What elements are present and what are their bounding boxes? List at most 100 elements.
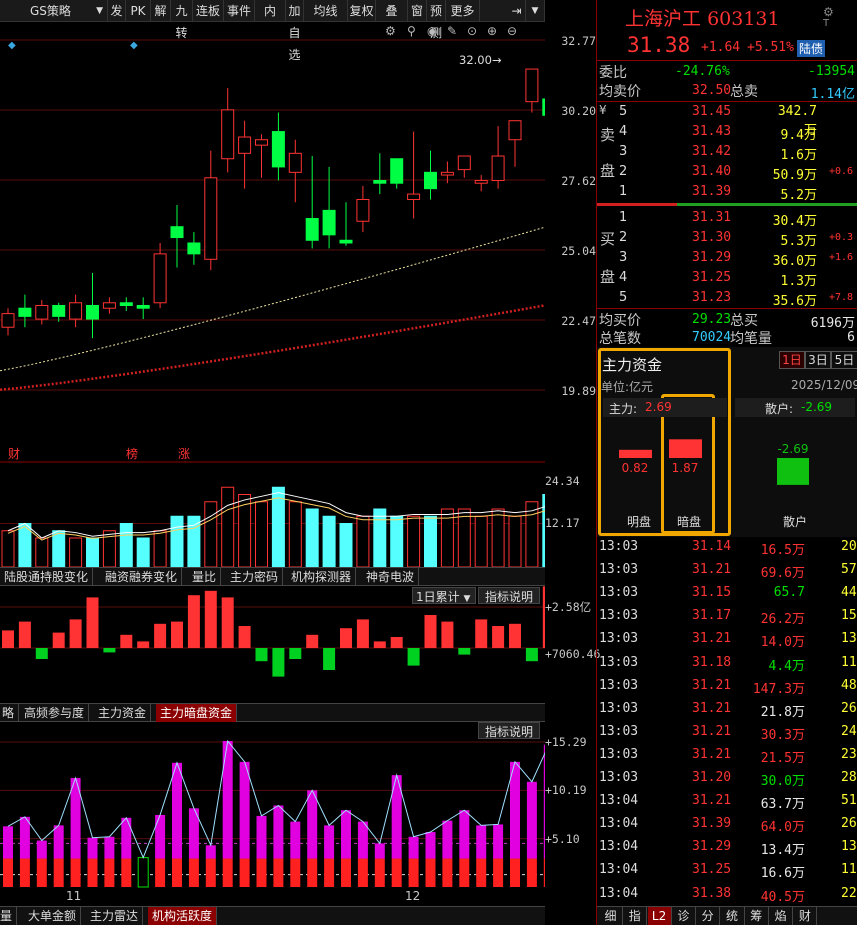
bottom-tab[interactable]: 财 xyxy=(793,907,818,925)
toolbar-item[interactable]: 加自选 xyxy=(286,0,304,62)
fund-bar xyxy=(187,595,200,648)
tick-time: 13:04 xyxy=(599,816,639,832)
volume-bar xyxy=(69,537,83,568)
toolbar-item[interactable]: 解 xyxy=(151,0,171,22)
tab-magic-wave[interactable]: 神奇电波 xyxy=(362,568,420,586)
toolbar-item[interactable]: 事件 xyxy=(224,0,255,22)
bottom-tab[interactable]: 分 xyxy=(696,907,721,925)
tab-main-radar[interactable]: 主力雷达 xyxy=(86,907,144,925)
toolbar-item[interactable]: 九转 xyxy=(171,0,193,40)
price-chart[interactable] xyxy=(0,22,545,907)
volume-bar xyxy=(86,537,99,568)
activity-base xyxy=(239,858,250,887)
volume-bar xyxy=(52,530,66,568)
tab-main-funds[interactable]: 主力资金 xyxy=(94,704,152,722)
toolbar-item[interactable]: 预测 xyxy=(427,0,446,40)
funds-bar-value: 1.87 xyxy=(672,461,699,475)
activity-base xyxy=(526,858,537,887)
funds-bar xyxy=(669,439,702,458)
tab-big-order[interactable]: 大单金额 xyxy=(24,907,82,925)
fund-bar xyxy=(154,623,167,648)
bond-badge[interactable]: 陆债 xyxy=(797,40,826,57)
period-dropdown[interactable]: 1日累计 ▼ xyxy=(412,587,476,604)
price-tick: 32.77 xyxy=(561,34,596,48)
toolbar-item[interactable]: 内 xyxy=(255,0,286,22)
indicator-help-button[interactable]: 指标说明 xyxy=(478,587,540,604)
candle-body xyxy=(18,307,32,317)
fund-bar xyxy=(272,648,285,677)
volume-bar xyxy=(119,523,133,568)
strategy-dropdown[interactable]: GS策略 ▼ xyxy=(0,0,108,22)
tab-volume-ratio[interactable]: 量比 xyxy=(188,568,222,586)
activity-base xyxy=(256,858,267,887)
fund-bar xyxy=(221,597,234,648)
activity-base xyxy=(121,858,132,887)
strategy-label: GS策略 xyxy=(30,4,71,18)
volume-bar xyxy=(457,508,471,568)
price-axis: 32.77 30.20 27.62 25.04 22.47 19.89 xyxy=(545,22,596,462)
tab-inst-activity[interactable]: 机构活跃度 xyxy=(148,907,218,925)
level-number: 3 xyxy=(619,144,628,159)
toolbar-item[interactable]: 复权 xyxy=(348,0,376,22)
activity-base xyxy=(510,858,520,887)
level-price: 31.39 xyxy=(692,184,732,199)
period-5d-button[interactable]: 5日 xyxy=(831,351,857,369)
volume-bar xyxy=(474,515,488,568)
tick-time: 13:03 xyxy=(599,608,639,624)
bottom-tab[interactable]: 指 xyxy=(623,907,648,925)
menu-chevron-icon[interactable]: ▼ xyxy=(526,0,545,22)
tab-main-code[interactable]: 主力密码 xyxy=(226,568,284,586)
toolbar-item[interactable]: 更多 xyxy=(446,0,480,22)
retail-label: 散户: xyxy=(765,402,794,416)
activity-bar xyxy=(273,805,284,859)
level-number: 4 xyxy=(619,270,628,285)
tick-volume: 16.6万 xyxy=(760,866,805,882)
fund-bar xyxy=(424,615,437,648)
bottom-tab[interactable]: 统 xyxy=(721,907,745,925)
tick-row: 13:04 31.39 64.0万 26 xyxy=(597,813,857,836)
toolbar-item[interactable]: 发 xyxy=(108,0,126,22)
fund-bar xyxy=(171,621,183,648)
bar-label-retail: 散户 xyxy=(783,515,808,529)
toolbar-item[interactable]: 连板 xyxy=(193,0,224,22)
tab-margin[interactable]: 融资融券变化 xyxy=(101,568,183,586)
gear-icon[interactable]: ⚙ xyxy=(823,5,834,19)
level-price: 31.31 xyxy=(692,210,732,225)
bottom-tab[interactable]: 焰 xyxy=(769,907,794,925)
tick-price: 31.15 xyxy=(692,585,732,601)
tab-volume[interactable]: 量 xyxy=(0,907,18,925)
expand-icon[interactable]: ⇥ xyxy=(508,0,526,22)
tick-price: 31.21 xyxy=(692,746,732,762)
tick-row: 13:03 31.21 14.0万 13 xyxy=(597,628,857,651)
level-price: 31.45 xyxy=(692,104,732,119)
toolbar-item[interactable]: 均线 xyxy=(304,0,348,22)
candle-body xyxy=(271,131,285,168)
bottom-tab[interactable]: L2 xyxy=(647,907,672,925)
tab-inst-detector[interactable]: 机构探测器 xyxy=(287,568,357,586)
activity-base xyxy=(172,858,182,887)
period-3d-button[interactable]: 3日 xyxy=(805,351,831,369)
activity-bar xyxy=(341,810,351,859)
bottom-tab[interactable]: 细 xyxy=(599,907,623,925)
tab-hf-participation[interactable]: 高频参与度 xyxy=(20,704,90,722)
toolbar-item[interactable]: 叠 xyxy=(376,0,408,22)
volume-bar xyxy=(407,515,421,568)
tab-hk-holding[interactable]: 陆股通持股变化 xyxy=(0,568,94,586)
activity-bar xyxy=(239,761,250,859)
candle-body xyxy=(305,218,319,241)
tab-main-dark-funds[interactable]: 主力暗盘资金 xyxy=(156,704,238,722)
t-icon[interactable]: T xyxy=(823,18,829,29)
tick-time: 13:03 xyxy=(599,746,639,762)
bottom-tab[interactable]: 筹 xyxy=(745,907,769,925)
tab-strategy[interactable]: 略 xyxy=(0,704,20,722)
period-1d-button[interactable]: 1日 xyxy=(779,351,805,369)
indicator-help-button-2[interactable]: 指标说明 xyxy=(478,722,540,739)
bottom-tab[interactable]: 诊 xyxy=(672,907,696,925)
level-change: +1.6 xyxy=(829,252,854,263)
level-number: 5 xyxy=(619,290,628,305)
tick-count: 20 xyxy=(841,539,857,554)
toolbar-item[interactable]: 窗 xyxy=(408,0,427,22)
toolbar-item[interactable]: PK xyxy=(126,0,151,22)
level-price: 31.23 xyxy=(692,290,732,305)
tick-price: 31.39 xyxy=(692,816,732,832)
